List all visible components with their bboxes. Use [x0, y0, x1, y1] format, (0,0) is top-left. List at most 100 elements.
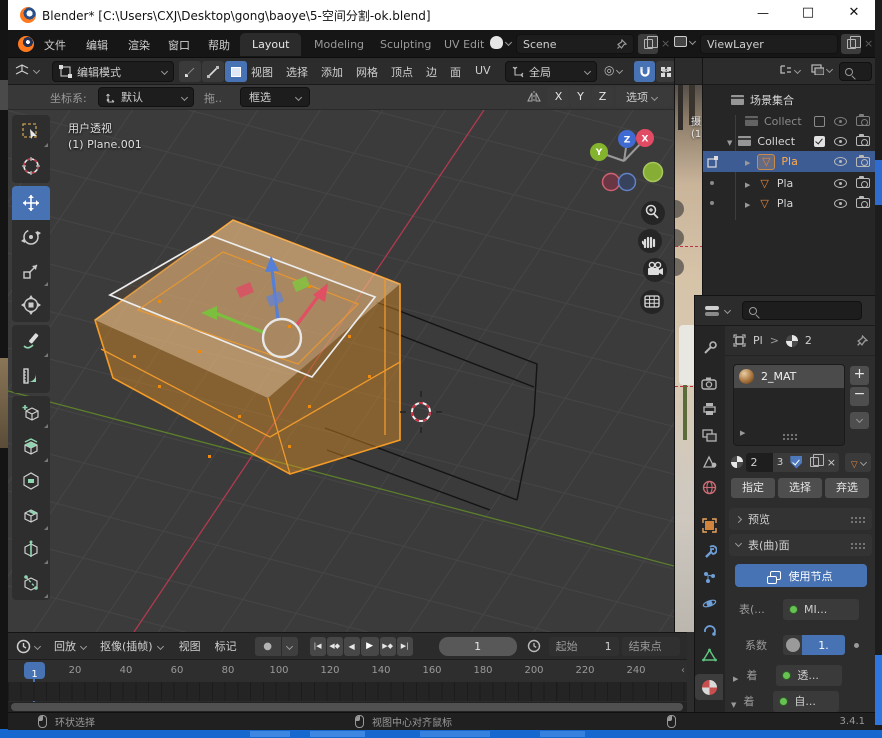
window-titlebar[interactable]: Blender* [C:\Users\CXJ\Desktop\gong\baoy…: [8, 0, 875, 30]
clock-icon[interactable]: [527, 639, 541, 653]
jump-to-end-button[interactable]: ▶|: [397, 637, 413, 656]
eye-icon[interactable]: [834, 157, 847, 166]
menu-view[interactable]: 视图: [251, 64, 273, 80]
prev-keyframe-button[interactable]: ◀◆: [327, 637, 343, 656]
camera-render-icon[interactable]: [856, 136, 870, 146]
camera-render-icon[interactable]: [856, 157, 870, 167]
select-mode-vertex-button[interactable]: [179, 61, 201, 82]
tab-render[interactable]: [695, 370, 723, 396]
outliner-search[interactable]: [839, 62, 872, 81]
pin-icon[interactable]: [616, 39, 627, 50]
tool-inset-faces[interactable]: [12, 464, 50, 498]
mirror-y-button[interactable]: Y: [570, 87, 591, 107]
select-mode-edge-button[interactable]: [202, 61, 224, 82]
play-reverse-button[interactable]: ◀: [344, 637, 360, 656]
surface-panel-header[interactable]: 表(曲)面: [729, 534, 872, 556]
menu-add[interactable]: 添加: [321, 64, 343, 80]
outliner-row-object[interactable]: Pla: [703, 193, 875, 213]
menu-edit[interactable]: 编辑: [86, 37, 108, 53]
eye-icon[interactable]: [834, 117, 847, 126]
play-button[interactable]: ▶: [361, 637, 379, 656]
menu-mesh[interactable]: 网格: [356, 64, 378, 80]
menu-window[interactable]: 窗口: [168, 37, 190, 53]
properties-search[interactable]: [742, 301, 862, 320]
close-button[interactable]: ✕: [834, 5, 874, 20]
assign-button[interactable]: 指定: [731, 478, 775, 498]
expand-icon[interactable]: [745, 177, 750, 190]
material-copy-button[interactable]: [805, 453, 823, 472]
menu-select[interactable]: 选择: [286, 64, 308, 80]
view-layer-copy-button[interactable]: [841, 34, 861, 54]
outliner-row-object[interactable]: Pla: [703, 173, 875, 193]
timeline-ruler[interactable]: 20 40 60 80 100 120 140 160 180 200 220 …: [8, 660, 687, 682]
menu-render[interactable]: 渲染: [128, 37, 150, 53]
minimize-button[interactable]: —: [743, 6, 783, 20]
tab-view-layer[interactable]: [695, 422, 723, 448]
fake-user-button[interactable]: [787, 453, 805, 472]
menu-file[interactable]: 文件: [44, 37, 66, 53]
pin-icon[interactable]: [856, 335, 868, 347]
material-breadcrumb-icon[interactable]: [786, 335, 798, 347]
mode-dropdown[interactable]: 编辑模式: [52, 61, 174, 82]
shader-row2-dropdown[interactable]: 自...: [773, 691, 839, 712]
tab-material[interactable]: [695, 674, 723, 700]
breadcrumb-object[interactable]: Pl: [753, 334, 763, 347]
scrollbar-thumb[interactable]: [11, 703, 683, 711]
workspace-tab-modeling[interactable]: Modeling: [302, 33, 376, 56]
tool-bevel[interactable]: [12, 498, 50, 532]
mirror-x-button[interactable]: X: [548, 87, 569, 107]
expand-icon[interactable]: [733, 666, 738, 685]
auto-key-button[interactable]: [255, 637, 281, 656]
timeline-view-menu[interactable]: 视图: [179, 638, 201, 654]
collection-checkbox[interactable]: [814, 116, 825, 127]
coord-system-dropdown[interactable]: 默认: [98, 87, 194, 107]
tab-constraints[interactable]: [695, 616, 723, 642]
tool-select-box[interactable]: [12, 115, 50, 149]
orientation-dropdown[interactable]: 全局: [505, 61, 597, 82]
scene-copy-button[interactable]: [638, 34, 658, 54]
box-select-dropdown[interactable]: 框选: [240, 87, 310, 107]
select-mode-face-button[interactable]: [225, 61, 247, 82]
scene-unlink-icon[interactable]: ×: [661, 37, 670, 50]
snap-toggle-button[interactable]: [634, 61, 655, 82]
panel-drag-handle[interactable]: [850, 516, 865, 523]
tool-cursor[interactable]: [12, 149, 50, 183]
workspace-tab-layout[interactable]: Layout: [240, 33, 301, 56]
tool-scale[interactable]: [12, 254, 50, 288]
tab-particles[interactable]: [695, 564, 723, 590]
tool-rotate[interactable]: [12, 220, 50, 254]
jump-to-start-button[interactable]: |◀: [310, 637, 326, 656]
tool-add-cube[interactable]: [12, 396, 50, 430]
tool-annotate[interactable]: [12, 325, 50, 359]
expand-icon[interactable]: [731, 692, 736, 711]
tool-extrude[interactable]: [12, 430, 50, 464]
tool-knife[interactable]: [12, 566, 50, 600]
surface-shader-dropdown[interactable]: MI...: [783, 599, 859, 620]
current-frame-field[interactable]: 1: [439, 637, 517, 656]
outliner-row-collection[interactable]: Collect: [703, 131, 875, 151]
camera-render-icon[interactable]: [856, 116, 870, 126]
zoom-button[interactable]: [641, 201, 665, 225]
options-dropdown[interactable]: 选项: [620, 87, 672, 107]
pivot-point-button[interactable]: ◎: [604, 64, 622, 76]
tab-scene[interactable]: [695, 448, 723, 474]
menu-edge[interactable]: 边: [426, 64, 437, 80]
deselect-button[interactable]: 弃选: [825, 478, 869, 498]
outliner-row-scene-collection[interactable]: 场景集合: [703, 90, 875, 110]
maximize-button[interactable]: □: [788, 5, 828, 20]
timeline-markers-menu[interactable]: 标记: [215, 638, 237, 654]
shader-row1-dropdown[interactable]: 透...: [776, 665, 842, 686]
preview-panel-header[interactable]: 预览: [729, 508, 872, 530]
outliner-display-mode-button[interactable]: [811, 64, 832, 75]
workspace-tab-uv-edit[interactable]: UV Edit: [432, 33, 496, 56]
menu-uv[interactable]: UV: [475, 64, 491, 77]
timeline-scrollbar[interactable]: [8, 702, 687, 712]
frame-start-field[interactable]: 起始1: [549, 637, 619, 656]
collection-checkbox[interactable]: [814, 136, 825, 147]
view-layer-selector[interactable]: ViewLayer: [700, 34, 838, 54]
camera-render-icon[interactable]: [856, 198, 870, 208]
material-specials-dropdown[interactable]: [845, 453, 871, 472]
view-layer-type-icon[interactable]: [674, 36, 695, 47]
tool-move[interactable]: [12, 186, 50, 220]
tab-object[interactable]: [695, 512, 723, 538]
